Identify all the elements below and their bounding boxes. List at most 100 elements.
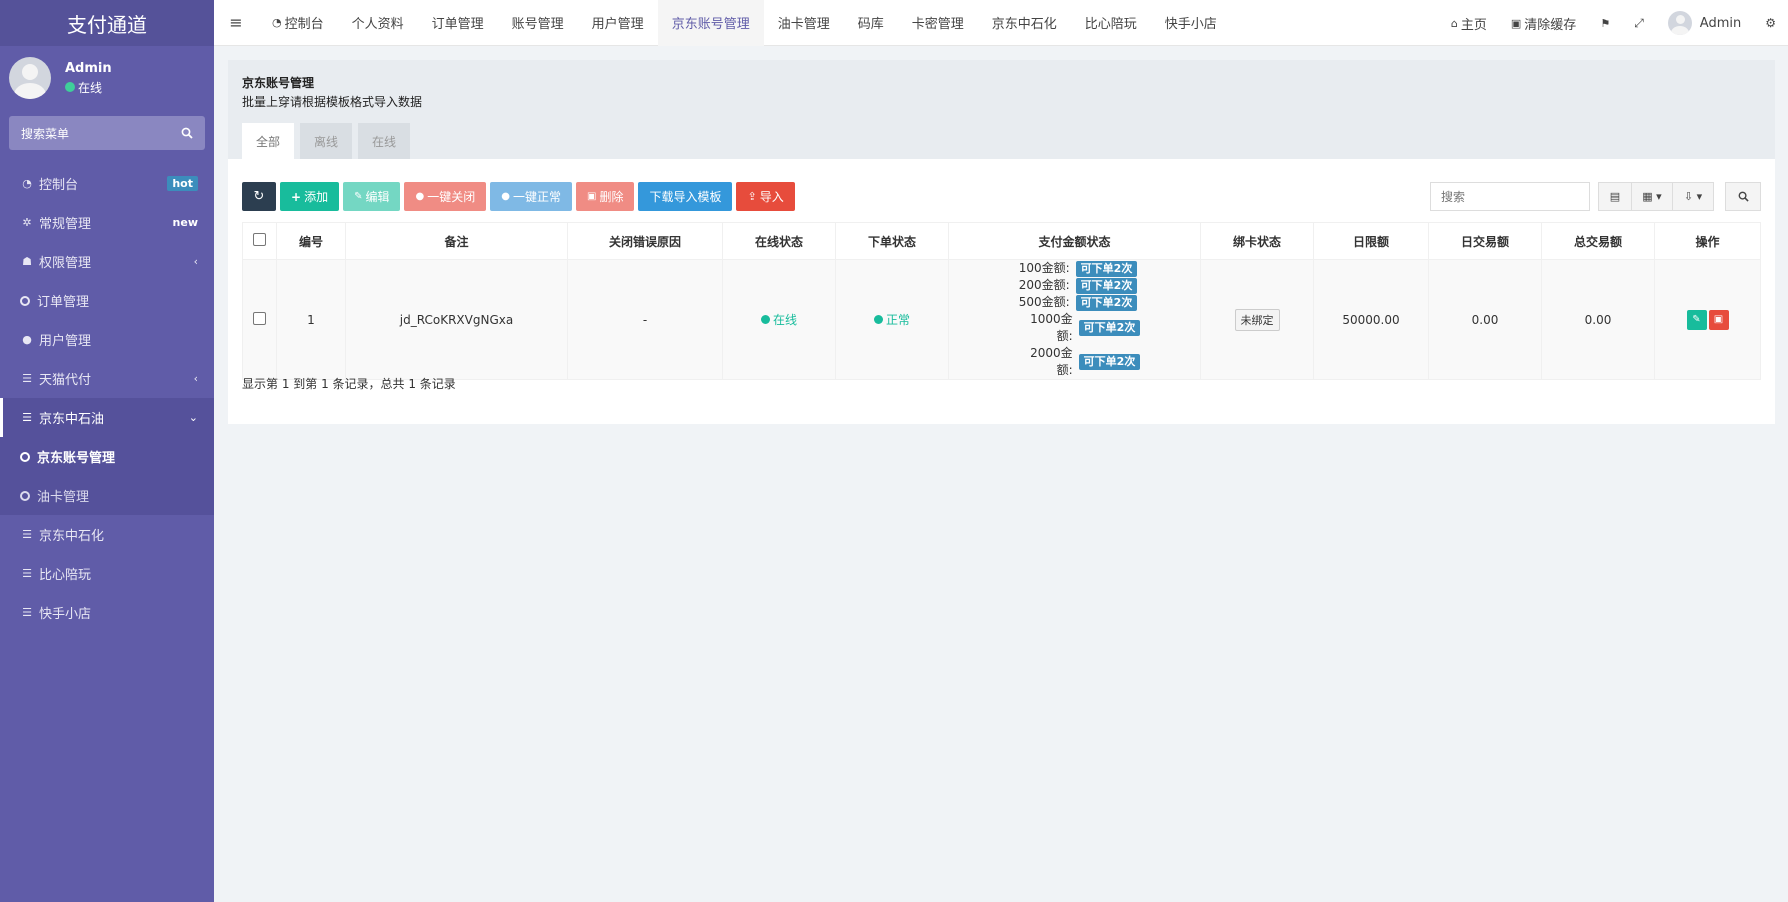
sidebar-item-dashboard[interactable]: ◔ 控制台 hot <box>0 164 214 203</box>
clear-cache-label: 清除缓存 <box>1524 17 1577 33</box>
top-username: Admin <box>1699 15 1742 31</box>
home-label: 主页 <box>1460 17 1487 33</box>
panel-header: 京东账号管理 批量上穿请根据模板格式导入数据 全部 离线 在线 <box>228 60 1775 159</box>
row-select[interactable] <box>242 259 277 380</box>
home-link[interactable]: ⌂ 主页 <box>1439 14 1499 33</box>
tab-users[interactable]: 用户管理 <box>578 0 658 46</box>
amount-label: 500金额: <box>1018 295 1070 309</box>
user-menu[interactable]: Admin <box>1656 11 1753 35</box>
table-header-row: 编号 备注 关闭错误原因 在线状态 下单状态 支付金额状态 绑卡状态 日限额 日… <box>242 222 1761 260</box>
clear-cache-button[interactable]: ▣ 清除缓存 <box>1499 14 1588 33</box>
brand-title[interactable]: 支付通道 <box>0 0 214 46</box>
sidebar-item-label: 快手小店 <box>39 607 92 622</box>
edit-label: 编辑 <box>365 190 390 204</box>
sidebar-item-kuaishou[interactable]: ☰ 快手小店 <box>0 593 214 632</box>
tab-code-library[interactable]: 码库 <box>844 0 898 46</box>
tab-accounts[interactable]: 账号管理 <box>498 0 578 46</box>
header-online-status[interactable]: 在线状态 <box>722 222 836 260</box>
list-icon: ☰ <box>22 528 32 541</box>
tab-profile[interactable]: 个人资料 <box>338 0 418 46</box>
select-all-checkbox[interactable] <box>253 233 266 246</box>
sidebar-item-jd-petrochina[interactable]: ☰ 京东中石油 ⌄ <box>0 398 214 437</box>
header-daily-volume[interactable]: 日交易额 <box>1428 222 1542 260</box>
columns-button[interactable]: ▦ ▾ <box>1631 182 1673 211</box>
sidebar-item-label: 控制台 <box>39 178 79 193</box>
menu-search-input[interactable]: 搜索菜单 <box>9 116 205 150</box>
cell-order-status: 正常 <box>835 259 949 380</box>
group-icon: ☗ <box>22 255 32 268</box>
list-icon: ☰ <box>22 567 32 580</box>
header-total-volume[interactable]: 总交易额 <box>1541 222 1655 260</box>
bind-status-badge: 未绑定 <box>1234 308 1280 331</box>
amount-label: 2000金额: <box>1030 346 1073 377</box>
tab-all[interactable]: 全部 <box>242 123 295 159</box>
tab-bixin[interactable]: 比心陪玩 <box>1071 0 1151 46</box>
header-remark[interactable]: 备注 <box>345 222 568 260</box>
toggle-view-button[interactable]: ▤ <box>1598 182 1632 211</box>
menu-search-placeholder: 搜索菜单 <box>21 126 70 141</box>
row-edit-button[interactable]: ✎ <box>1686 309 1707 330</box>
header-order-status[interactable]: 下单状态 <box>835 222 949 260</box>
row-delete-button[interactable]: ▣ <box>1708 309 1729 330</box>
search-icon[interactable] <box>181 127 193 139</box>
table-search-input[interactable] <box>1430 182 1590 211</box>
avatar <box>1667 11 1692 35</box>
tab-jd-sinopec[interactable]: 京东中石化 <box>978 0 1071 46</box>
sidebar-item-permissions[interactable]: ☗ 权限管理 ‹ <box>0 242 214 281</box>
sidebar-item-jd-sinopec[interactable]: ☰ 京东中石化 <box>0 515 214 554</box>
import-button[interactable]: ⇪ 导入 <box>736 182 795 211</box>
sidebar-item-jd-accounts[interactable]: 京东账号管理 <box>0 437 214 476</box>
sidebar-item-label: 京东账号管理 <box>37 451 116 466</box>
menu-toggle-icon[interactable]: ≡ <box>214 13 258 32</box>
sidebar-item-tmall[interactable]: ☰ 天猫代付 ‹ <box>0 359 214 398</box>
refresh-button[interactable]: ↻ <box>242 182 276 211</box>
user-status-label: 在线 <box>78 80 103 95</box>
header-bind-status[interactable]: 绑卡状态 <box>1200 222 1314 260</box>
close-all-button[interactable]: ● 一键关闭 <box>404 182 487 211</box>
fullscreen-icon[interactable]: ⤢ <box>1622 16 1656 31</box>
settings-icon[interactable]: ⚙ <box>1753 16 1788 30</box>
language-icon[interactable]: ⚑ <box>1588 17 1622 30</box>
download-template-button[interactable]: 下载导入模板 <box>638 182 733 211</box>
cell-bind-status: 未绑定 <box>1200 259 1314 380</box>
header-id[interactable]: 编号 <box>276 222 346 260</box>
normal-all-button[interactable]: ● 一键正常 <box>490 182 572 211</box>
header-select[interactable] <box>242 222 277 260</box>
page-title: 京东账号管理 <box>242 76 315 90</box>
page-description: 批量上穿请根据模板格式导入数据 <box>242 95 423 109</box>
tab-fuel-cards[interactable]: 油卡管理 <box>764 0 844 46</box>
row-checkbox[interactable] <box>253 311 266 325</box>
amount-label: 200金额: <box>1018 278 1070 292</box>
pencil-icon: ✎ <box>354 191 363 202</box>
tab-online[interactable]: 在线 <box>358 123 411 159</box>
tab-card-keys[interactable]: 卡密管理 <box>898 0 978 46</box>
advanced-search-button[interactable] <box>1725 182 1761 211</box>
amount-row: 1000金额: 可下单2次 <box>949 311 1200 345</box>
add-button[interactable]: + 添加 <box>280 182 340 211</box>
sidebar-item-general[interactable]: ✲ 常规管理 new <box>0 203 214 242</box>
cell-close-reason: - <box>567 259 723 380</box>
tab-jd-accounts[interactable]: 京东账号管理 <box>657 0 764 46</box>
tab-offline[interactable]: 离线 <box>300 123 353 159</box>
delete-button[interactable]: ▣ 删除 <box>575 182 635 211</box>
tab-orders[interactable]: 订单管理 <box>418 0 498 46</box>
cell-amount-status: 100金额: 可下单2次 200金额: 可下单2次 500金额: 可下单2次 1000… <box>948 259 1201 380</box>
tab-kuaishou[interactable]: 快手小店 <box>1151 0 1231 46</box>
online-status-label: 在线 <box>760 311 797 328</box>
tab-dashboard[interactable]: ◔ 控制台 <box>258 0 338 46</box>
search-icon <box>1738 191 1749 202</box>
table-row: 1 jd_RCoKRXVgNGxa - 在线 正常 100金额: 可下单2次 20… <box>242 259 1761 380</box>
sidebar: 支付通道 Admin 在线 搜索菜单 ◔ 控制台 hot ✲ 常规管理 new … <box>0 0 214 902</box>
sidebar-item-users[interactable]: ● 用户管理 <box>0 320 214 359</box>
edit-button[interactable]: ✎ 编辑 <box>343 182 401 211</box>
header-amount-status[interactable]: 支付金额状态 <box>948 222 1201 260</box>
user-icon: ● <box>22 333 32 346</box>
header-close-reason[interactable]: 关闭错误原因 <box>567 222 723 260</box>
status-dot-icon <box>873 315 883 324</box>
sidebar-item-fuel-cards[interactable]: 油卡管理 <box>0 476 214 515</box>
sidebar-item-bixin[interactable]: ☰ 比心陪玩 <box>0 554 214 593</box>
export-button[interactable]: ⇩ ▾ <box>1672 182 1714 211</box>
sidebar-item-orders[interactable]: 订单管理 <box>0 281 214 320</box>
header-daily-limit[interactable]: 日限额 <box>1313 222 1429 260</box>
amount-row: 500金额: 可下单2次 <box>949 294 1200 311</box>
